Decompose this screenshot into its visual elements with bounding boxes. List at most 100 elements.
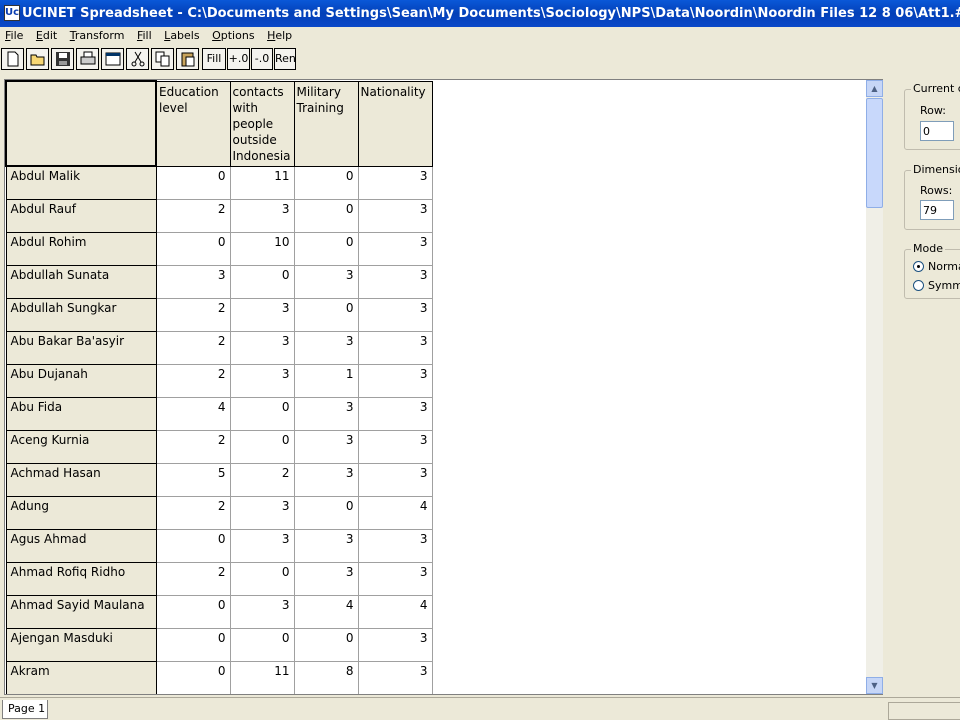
data-cell[interactable]: 3 [357,297,433,332]
data-cell[interactable]: 0 [293,495,359,530]
data-cell[interactable]: 8 [293,660,359,694]
data-cell[interactable]: 3 [229,495,295,530]
row-label-cell[interactable]: Abu Dujanah [5,363,157,398]
data-cell[interactable]: 0 [229,429,295,464]
data-cell[interactable]: 0 [155,165,231,200]
menu-transform[interactable]: Transform [70,27,125,45]
data-cell[interactable]: 2 [155,330,231,365]
row-label-cell[interactable]: Achmad Hasan [5,462,157,497]
data-cell[interactable]: 2 [155,297,231,332]
data-cell[interactable]: 3 [293,330,359,365]
mode-symmetric-radio[interactable]: Symmetric [913,279,960,292]
data-cell[interactable]: 3 [357,363,433,398]
data-cell[interactable]: 0 [229,396,295,431]
data-cell[interactable]: 3 [293,462,359,497]
data-cell[interactable]: 0 [293,231,359,266]
scroll-thumb[interactable] [866,98,883,208]
row-label-cell[interactable]: Abdul Rauf [5,198,157,233]
menu-labels[interactable]: Labels [164,27,199,45]
data-cell[interactable]: 2 [155,198,231,233]
data-cell[interactable]: 3 [357,561,433,596]
menu-fill[interactable]: Fill [137,27,152,45]
data-cell[interactable]: 3 [357,396,433,431]
data-cell[interactable]: 3 [357,528,433,563]
corner-cell[interactable] [5,80,157,167]
save-button[interactable] [51,48,74,70]
data-cell[interactable]: 3 [357,330,433,365]
scroll-up-arrow-icon[interactable]: ▲ [866,80,883,97]
data-cell[interactable]: 5 [155,462,231,497]
data-cell[interactable]: 3 [293,264,359,299]
spreadsheet-grid[interactable]: Education level contacts with people out… [4,79,883,695]
row-label-cell[interactable]: Akram [5,660,157,694]
data-cell[interactable]: 0 [293,198,359,233]
data-cell[interactable]: 3 [357,198,433,233]
data-cell[interactable]: 4 [357,693,433,694]
data-cell[interactable]: 4 [155,396,231,431]
data-cell[interactable]: 0 [293,165,359,200]
row-label-cell[interactable]: Abdul Malik [5,165,157,200]
row-label-cell[interactable]: Ahmad Sayid Maulana [5,594,157,629]
data-cell[interactable]: 3 [229,198,295,233]
column-header[interactable]: Military Training [293,80,359,167]
column-header[interactable]: Nationality [357,80,433,167]
data-cell[interactable]: 1 [293,363,359,398]
data-cell[interactable]: 2 [155,561,231,596]
data-cell[interactable]: 0 [155,528,231,563]
column-header[interactable]: contacts with people outside Indonesia [229,80,295,167]
data-cell[interactable]: 2 [155,693,231,694]
row-label-cell[interactable]: Agus Ahmad [5,528,157,563]
data-cell[interactable]: 10 [229,231,295,266]
decrease-decimals-button[interactable]: -.0 [251,48,273,70]
data-cell[interactable]: 3 [293,429,359,464]
paste-button[interactable] [176,48,199,70]
cut-button[interactable] [126,48,149,70]
data-cell[interactable]: 3 [357,264,433,299]
data-cell[interactable]: 3 [229,528,295,563]
data-cell[interactable]: 3 [357,231,433,266]
open-button[interactable] [26,48,49,70]
data-cell[interactable]: 4 [357,594,433,629]
row-label-cell[interactable]: Ahmad Rofiq Ridho [5,561,157,596]
data-cell[interactable]: 0 [155,231,231,266]
row-label-cell[interactable]: Adung [5,495,157,530]
data-cell[interactable]: 4 [293,693,359,694]
data-cell[interactable]: 0 [229,561,295,596]
row-label-cell[interactable]: Aceng Kurnia [5,429,157,464]
data-cell[interactable]: 11 [229,165,295,200]
data-cell[interactable]: 3 [357,660,433,694]
menu-file[interactable]: File [5,27,23,45]
data-cell[interactable]: 3 [229,330,295,365]
column-header[interactable]: Education level [155,80,231,167]
increase-decimals-button[interactable]: +.0 [227,48,250,70]
preview-button[interactable] [101,48,124,70]
data-cell[interactable]: 0 [155,627,231,662]
data-cell[interactable]: 2 [229,462,295,497]
row-label-cell[interactable]: Ali Ghufron [5,693,157,694]
data-cell[interactable]: 4 [357,495,433,530]
row-label-cell[interactable]: Abdullah Sungkar [5,297,157,332]
row-input[interactable]: 0 [920,121,954,141]
data-cell[interactable]: 3 [229,297,295,332]
data-cell[interactable]: 4 [293,594,359,629]
fill-button[interactable]: Fill [202,48,226,70]
data-cell[interactable]: 0 [155,660,231,694]
data-cell[interactable]: 3 [293,396,359,431]
data-cell[interactable]: 2 [229,693,295,694]
copy-button[interactable] [151,48,174,70]
data-cell[interactable]: 0 [229,627,295,662]
data-cell[interactable]: 3 [293,528,359,563]
data-cell[interactable]: 0 [293,627,359,662]
row-label-cell[interactable]: Ajengan Masduki [5,627,157,662]
menu-help[interactable]: Help [267,27,292,45]
data-cell[interactable]: 3 [357,627,433,662]
data-cell[interactable]: 3 [229,594,295,629]
data-cell[interactable]: 3 [229,363,295,398]
data-cell[interactable]: 2 [155,429,231,464]
menu-options[interactable]: Options [212,27,254,45]
print-button[interactable] [76,48,99,70]
row-label-cell[interactable]: Abdul Rohim [5,231,157,266]
page-tab[interactable]: Page 1 [2,700,48,719]
row-label-cell[interactable]: Abdullah Sunata [5,264,157,299]
rename-button[interactable]: Ren [274,48,296,70]
